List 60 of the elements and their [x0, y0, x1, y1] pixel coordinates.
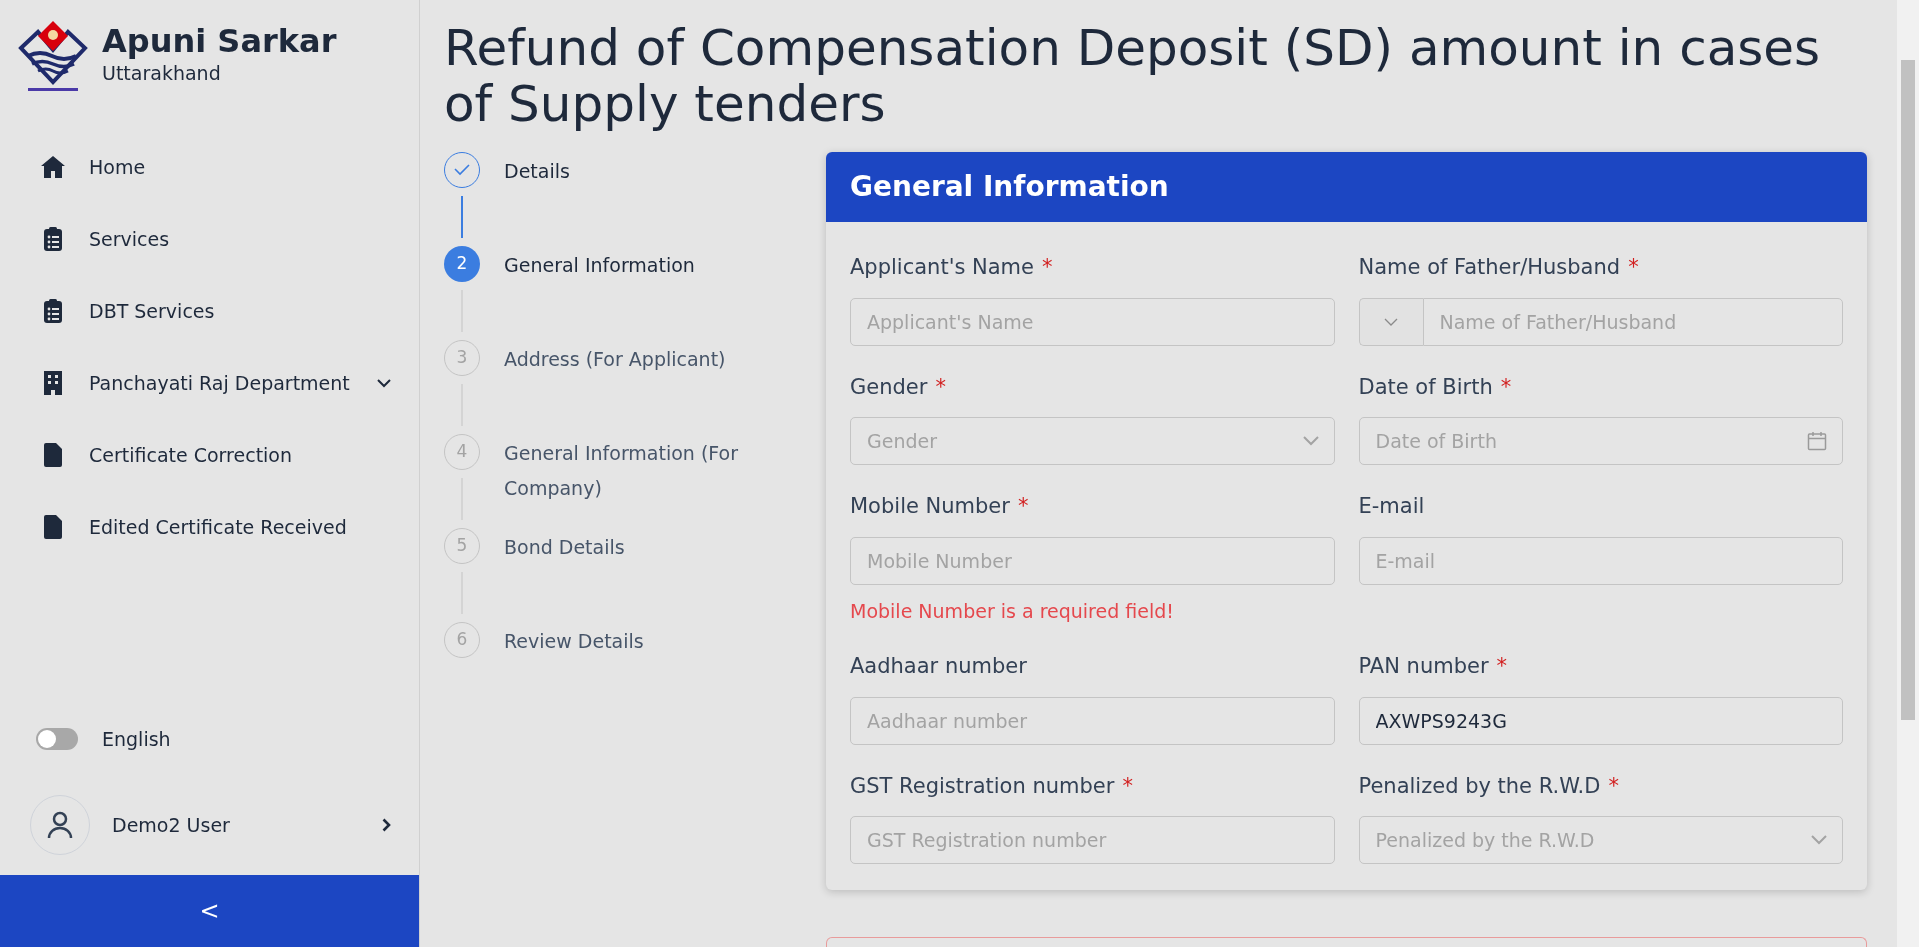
field-label: Penalized by the R.W.D — [1358, 772, 1601, 800]
calendar-icon — [1807, 431, 1827, 451]
select-field[interactable]: Gender — [850, 417, 1335, 465]
field-label: E-mail — [1358, 493, 1425, 520]
error-message: Mobile Number is a required field! — [850, 598, 1175, 624]
step-number: 2 — [444, 246, 480, 282]
chevron-right-icon — [382, 818, 391, 832]
required-mark: * — [935, 374, 946, 399]
required-mark: * — [1628, 255, 1639, 279]
language-label: English — [102, 726, 171, 752]
input-field[interactable]: Applicant's Name — [850, 297, 1335, 346]
language-toggle[interactable] — [36, 728, 78, 750]
field-label: Mobile Number — [850, 493, 1010, 520]
field-label: PAN number — [1358, 653, 1489, 680]
home-icon — [39, 155, 67, 179]
chevron-down-icon — [1302, 436, 1319, 446]
user-menu[interactable]: Demo2 User — [0, 775, 419, 875]
select-field[interactable]: Penalized by the R.W.D — [1358, 816, 1843, 864]
title-dropdown[interactable] — [1358, 297, 1423, 346]
step-label[interactable]: General Information — [504, 246, 695, 340]
field-label: Applicant's Name — [850, 254, 1034, 281]
step-label[interactable]: Details — [504, 152, 570, 246]
required-mark: * — [1042, 255, 1053, 279]
required-mark: * — [1496, 654, 1508, 678]
input-field[interactable]: Name of Father/Husband — [1422, 297, 1843, 346]
sidebar-item[interactable]: Services — [0, 203, 419, 275]
page-title: Refund of Compensation Deposit (SD) amount in cases of Supply tenders — [444, 20, 1822, 132]
scrollbar-thumb[interactable] — [1901, 60, 1915, 720]
step-label[interactable]: General Information (For Company) — [504, 434, 806, 528]
input-field[interactable]: Mobile Number — [850, 536, 1335, 585]
sidebar-item[interactable]: DBT Services — [0, 275, 419, 347]
input-field[interactable]: E-mail — [1358, 536, 1843, 585]
step-label[interactable]: Address (For Applicant) — [504, 340, 726, 434]
collapse-sidebar-button[interactable]: < — [0, 875, 419, 947]
sidebar-item[interactable]: Certificate Correction — [0, 419, 419, 491]
date-field[interactable]: Date of Birth — [1358, 417, 1843, 465]
field-label: Aadhaar number — [850, 653, 1027, 680]
app-title: Apuni Sarkar — [102, 24, 337, 60]
card-header: General Information — [826, 152, 1867, 222]
chevron-down-icon — [1811, 835, 1827, 845]
app-subtitle: Uttarakhand — [102, 61, 222, 87]
required-mark: * — [1122, 773, 1133, 798]
chevron-down-icon — [377, 378, 391, 388]
required-mark: * — [1017, 494, 1029, 518]
field-label: Date of Birth — [1358, 373, 1493, 401]
required-mark: * — [1500, 374, 1512, 399]
sidebar-item[interactable]: Panchayati Raj Department — [0, 347, 419, 419]
field-label: Name of Father/Husband — [1358, 254, 1621, 281]
input-field[interactable]: GST Registration number — [850, 816, 1335, 864]
field-label: Gender — [850, 373, 928, 401]
required-mark: * — [1608, 773, 1619, 798]
sidebar-item[interactable]: Home — [0, 131, 419, 203]
input-field[interactable]: Aadhaar number — [850, 696, 1335, 745]
scrollbar[interactable] — [1897, 0, 1919, 947]
field-label: GST Registration number — [850, 772, 1115, 800]
sidebar-item[interactable]: Edited Certificate Received — [0, 491, 419, 563]
step-label[interactable]: Bond Details — [504, 528, 625, 622]
chevron-down-icon — [1384, 317, 1398, 326]
step-label[interactable]: Review Details — [504, 622, 644, 660]
input-field[interactable]: AXWPS9243G — [1358, 696, 1843, 745]
